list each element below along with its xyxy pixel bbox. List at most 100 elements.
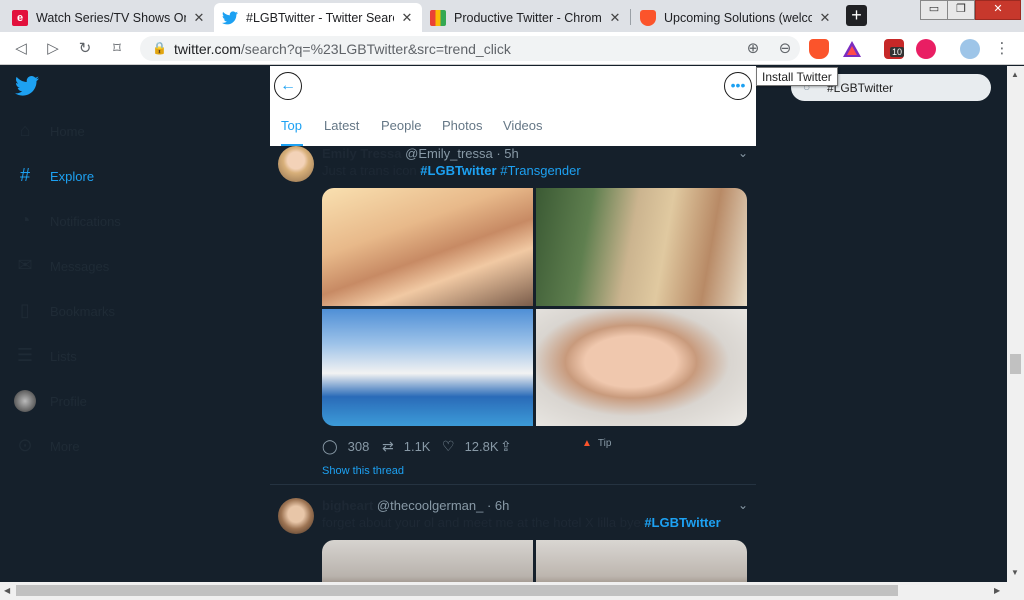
close-tab-icon[interactable]: ✕ — [192, 10, 206, 26]
browser-tab-1[interactable]: e Watch Series/TV Shows Onlin ✕ — [4, 3, 214, 32]
scrollbar-thumb[interactable] — [1010, 354, 1021, 374]
menu-icon[interactable]: ⋮ — [991, 38, 1013, 60]
zoom-icon[interactable]: ⊖ — [774, 38, 796, 60]
sidebar-item-explore[interactable]: # Explore — [14, 165, 94, 187]
tweet-author-name[interactable]: bigheart — [322, 498, 373, 513]
install-tooltip: Install Twitter — [756, 67, 838, 86]
share-button[interactable]: ⇪ — [500, 438, 522, 455]
scroll-left-icon[interactable]: ◀ — [4, 586, 10, 595]
tab-latest[interactable]: Latest — [324, 118, 359, 146]
browser-tab-bar: e Watch Series/TV Shows Onlin ✕ #LGBTwit… — [0, 0, 1024, 32]
tweet-photo[interactable] — [536, 540, 747, 582]
address-bar[interactable]: 🔒 twitter.com/search?q=%23LGBTwitter&src… — [140, 36, 800, 61]
back-icon[interactable]: ◁ — [10, 38, 32, 60]
tweet-photo[interactable] — [322, 188, 533, 306]
close-tab-icon[interactable]: ✕ — [818, 10, 832, 26]
tweet-handle[interactable]: @Emily_tressa — [405, 146, 493, 161]
close-tab-icon[interactable]: ✕ — [400, 10, 414, 26]
calendar-extension-icon[interactable]: 10 — [884, 39, 905, 59]
retweet-button[interactable]: ⇄ 1.1K — [382, 438, 430, 455]
tab-title: Productive Twitter - Chrome — [454, 10, 602, 25]
url-text: twitter.com/search?q=%23LGBTwitter&src=t… — [174, 41, 511, 57]
tweet-handle[interactable]: @thecoolgerman_ — [377, 498, 483, 513]
browser-tab-4[interactable]: Upcoming Solutions (welcom ✕ — [632, 3, 840, 32]
tweet[interactable]: Emily Tressa @Emily_tressa · 5h ⌄ Just a… — [270, 146, 756, 484]
tweet-user-line: bigheart @thecoolgerman_ · 6h — [322, 498, 509, 513]
avatar[interactable] — [278, 146, 314, 182]
hashtag-link[interactable]: #LGBTwitter — [644, 515, 720, 530]
scroll-up-icon[interactable]: ▲ — [1011, 70, 1019, 79]
sidebar-item-home[interactable]: ⌂ Home — [14, 120, 85, 142]
like-button[interactable]: ♡ 12.8K — [442, 438, 499, 455]
chevron-down-icon[interactable]: ⌄ — [738, 146, 748, 160]
vertical-scrollbar[interactable]: ▲ ▼ — [1007, 66, 1024, 582]
brave-rewards-icon[interactable] — [842, 39, 862, 59]
install-app-icon[interactable]: ⊕ — [742, 38, 764, 60]
tweet-photo[interactable] — [536, 309, 747, 426]
mail-icon: ✉ — [17, 255, 33, 275]
sidebar-item-profile[interactable]: Profile — [14, 390, 87, 412]
show-thread-link[interactable]: Show this thread — [322, 465, 404, 477]
forward-icon[interactable]: ▷ — [42, 38, 64, 60]
tab-people[interactable]: People — [381, 118, 421, 146]
tweet-author-name[interactable]: Emily Tressa — [322, 146, 402, 161]
sidebar-item-bookmarks[interactable]: ▯ Bookmarks — [14, 300, 115, 322]
back-arrow-icon[interactable]: ← — [274, 72, 302, 100]
tab-videos[interactable]: Videos — [503, 118, 543, 146]
like-count: 12.8K — [464, 439, 499, 454]
list-icon: ☰ — [16, 345, 34, 365]
sidebar-item-messages[interactable]: ✉ Messages — [14, 255, 109, 277]
browser-tab-3[interactable]: Productive Twitter - Chrome ✕ — [422, 3, 630, 32]
twitter-bird-icon — [222, 10, 238, 26]
minimize-icon[interactable]: ▭ — [920, 0, 948, 20]
bookmark-icon: ▯ — [20, 300, 30, 320]
tip-button[interactable]: ▲ Tip — [582, 438, 611, 449]
sidebar-item-more[interactable]: ⊙ More — [14, 435, 79, 457]
reply-button[interactable]: ◯ 308 — [322, 438, 369, 455]
search-tabs: Top Latest People Photos Videos — [270, 114, 756, 146]
more-options-icon[interactable]: ••• — [724, 72, 752, 100]
twitter-logo-icon[interactable] — [15, 76, 39, 98]
reply-icon: ◯ — [322, 438, 338, 454]
sidebar-item-label: Lists — [50, 348, 77, 364]
chrome-web-store-icon — [430, 9, 446, 26]
brave-shields-icon[interactable] — [809, 39, 829, 59]
sidebar-item-lists[interactable]: ☰ Lists — [14, 345, 77, 367]
sidebar-item-label: Home — [50, 123, 85, 139]
bookmark-page-icon[interactable]: ⌑ — [106, 38, 128, 60]
tweet-photo[interactable] — [536, 188, 747, 306]
tab-photos[interactable]: Photos — [442, 118, 482, 146]
chevron-down-icon[interactable]: ⌄ — [738, 498, 748, 512]
tweet-media-grid[interactable] — [322, 188, 747, 426]
more-icon: ⊙ — [17, 435, 33, 455]
blocker-extension-icon[interactable] — [916, 39, 936, 59]
scroll-down-icon[interactable]: ▼ — [1011, 568, 1019, 577]
new-tab-button[interactable]: + — [846, 5, 867, 26]
browser-tab-2[interactable]: #LGBTwitter - Twitter Search ✕ — [214, 3, 422, 32]
scroll-right-icon[interactable]: ▶ — [994, 586, 1000, 595]
horizontal-scrollbar[interactable]: ◀ ▶ — [0, 582, 1007, 600]
search-header: ← ••• Top Latest People Photos Videos — [270, 66, 756, 146]
tweet[interactable]: bigheart @thecoolgerman_ · 6h ⌄ forget a… — [270, 498, 756, 582]
profile-avatar[interactable] — [960, 39, 980, 59]
restore-icon[interactable]: ❐ — [947, 0, 975, 20]
tweet-user-line: Emily Tressa @Emily_tressa · 5h — [322, 146, 519, 161]
tab-top[interactable]: Top — [281, 118, 303, 146]
close-tab-icon[interactable]: ✕ — [608, 10, 622, 26]
tweet-media-grid[interactable] — [322, 540, 747, 582]
hashtag-link[interactable]: #LGBTwitter — [420, 163, 496, 178]
brave-lion-icon — [640, 9, 656, 26]
tab-title: #LGBTwitter - Twitter Search — [246, 10, 394, 25]
avatar[interactable] — [278, 498, 314, 534]
window-close-icon[interactable]: ✕ — [975, 0, 1021, 20]
scrollbar-thumb[interactable] — [16, 585, 898, 596]
sidebar-item-label: Explore — [50, 168, 95, 184]
avatar — [14, 390, 36, 412]
tweet-photo[interactable] — [322, 309, 533, 426]
tweet-photo[interactable] — [322, 540, 533, 582]
sidebar-item-notifications[interactable]: ◔ Notifications — [14, 210, 121, 232]
scrollbar-corner — [1007, 582, 1024, 600]
home-icon: ⌂ — [19, 120, 31, 140]
hashtag-link[interactable]: #Transgender — [500, 163, 580, 178]
reload-icon[interactable]: ↻ — [74, 38, 96, 60]
